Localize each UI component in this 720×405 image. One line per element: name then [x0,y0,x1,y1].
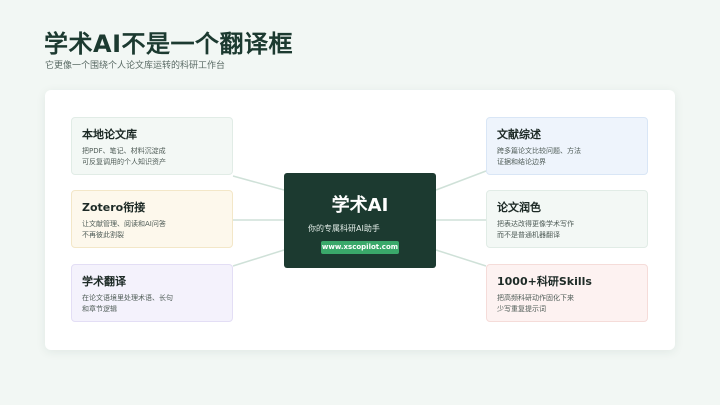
card-description: 把表达改得更像学术写作 而不是普通机器翻译 [497,220,574,239]
card-title: Zotero衔接 [82,201,146,214]
card-title: 1000+科研Skills [497,275,592,288]
card-title: 论文润色 [497,201,541,214]
connector-review [435,170,487,191]
card-translate: 学术翻译 在论文语境里处理术语、长句 和章节逻辑 [71,264,233,322]
card-title: 学术翻译 [82,275,126,288]
card-description: 跨多篇论文比较问题、方法 证据和结论边界 [497,147,581,166]
card-polish: 论文润色 把表达改得更像学术写作 而不是普通机器翻译 [486,190,648,248]
card-title: 文献综述 [497,128,541,141]
connector-library [232,175,285,191]
card-zotero: Zotero衔接 让文献管理、阅读和AI问答 不再彼此割裂 [71,190,233,248]
card-skills: 1000+科研Skills 把高频科研动作固化下来 少写重复提示词 [486,264,648,322]
card-title: 本地论文库 [82,128,137,141]
card-library: 本地论文库 把PDF、笔记、材料沉淀成 可反复调用的个人知识资产 [71,117,233,175]
center-node: 学术AI 你的专属科研AI助手 www.xscopilot.com [284,173,436,268]
card-description: 把高频科研动作固化下来 少写重复提示词 [497,294,574,313]
card-review: 文献综述 跨多篇论文比较问题、方法 证据和结论边界 [486,117,648,175]
connector-skills [435,249,487,267]
card-description: 在论文语境里处理术语、长句 和章节逻辑 [82,294,173,313]
center-tagline: 你的专属科研AI助手 [308,224,380,233]
connector-translate [232,249,285,267]
card-description: 让文献管理、阅读和AI问答 不再彼此割裂 [82,220,166,239]
center-title: 学术AI [331,195,389,216]
website-link-button[interactable]: www.xscopilot.com [321,241,399,254]
card-description: 把PDF、笔记、材料沉淀成 可反复调用的个人知识资产 [82,147,166,166]
